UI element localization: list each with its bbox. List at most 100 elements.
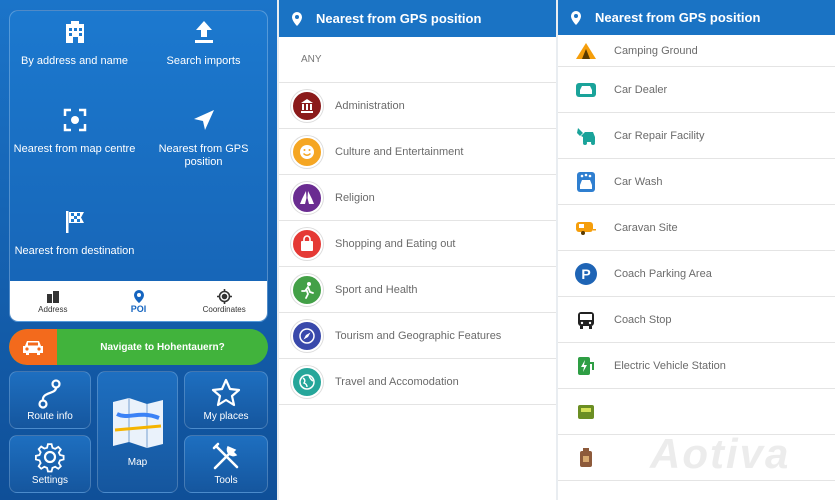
parking-icon: P [574, 262, 598, 286]
category-label: ANY [301, 54, 322, 65]
gas-can-icon [574, 446, 598, 470]
category-label: Shopping and Eating out [335, 237, 456, 250]
map-centre-icon [10, 107, 139, 137]
shopping-bag-icon [291, 227, 323, 260]
search-menu-panel: By address and name Search imports Neare… [0, 0, 277, 500]
category-any[interactable]: ANY [279, 37, 556, 83]
car-wash-icon [574, 170, 598, 194]
poi-caravan-site[interactable]: Caravan Site [558, 205, 835, 251]
navigate-button[interactable]: Navigate to Hohentauern? [9, 329, 268, 365]
map-tile[interactable]: Map [97, 371, 178, 493]
settings-tile[interactable]: Settings [9, 435, 91, 493]
compass-icon [291, 319, 323, 352]
search-options-card: By address and name Search imports Neare… [9, 10, 268, 322]
route-icon [10, 378, 90, 410]
gps-arrow-icon [139, 107, 267, 137]
smiley-icon [291, 135, 323, 168]
poi-coach-parking[interactable]: P Coach Parking Area [558, 251, 835, 297]
ev-station-icon [574, 354, 598, 378]
caravan-icon [574, 216, 598, 240]
tab-label: Address [38, 304, 68, 314]
option-nearest-gps[interactable]: Nearest from GPS position [139, 107, 267, 169]
my-places-tile[interactable]: My places [184, 371, 268, 429]
poi-label: Car Repair Facility [614, 129, 705, 142]
search-tab-bar: Address POI Coordinates [10, 281, 267, 321]
category-label: Tourism and Geographic Features [335, 329, 502, 342]
category-tourism[interactable]: Tourism and Geographic Features [279, 313, 556, 359]
tile-label: Tools [214, 475, 238, 486]
category-religion[interactable]: Religion [279, 175, 556, 221]
navigate-label: Navigate to Hohentauern? [100, 341, 225, 353]
poi-subcategory-panel: Nearest from GPS position Camping Ground… [558, 0, 835, 500]
panel-header: Nearest from GPS position [558, 0, 835, 35]
poi-label: Caravan Site [614, 221, 678, 234]
option-label: Nearest from map centre [13, 143, 136, 155]
poi-car-wash[interactable]: Car Wash [558, 159, 835, 205]
poi-label: Coach Parking Area [614, 267, 712, 280]
poi-label: Electric Vehicle Station [614, 359, 726, 372]
category-travel[interactable]: Travel and Accomodation [279, 359, 556, 405]
panel-title: Nearest from GPS position [316, 11, 482, 26]
tools-tile[interactable]: Tools [184, 435, 268, 493]
option-search-imports[interactable]: Search imports [139, 19, 267, 68]
crosshair-icon [216, 289, 232, 305]
poi-coach-stop[interactable]: Coach Stop [558, 297, 835, 343]
poi-fuel[interactable] [558, 389, 835, 435]
option-by-address[interactable]: By address and name [10, 19, 139, 68]
category-label: Religion [335, 191, 375, 204]
poi-pin-icon [133, 288, 145, 304]
option-label: By address and name [20, 55, 128, 67]
tab-address[interactable]: Address [10, 281, 96, 321]
svg-text:P: P [581, 266, 590, 282]
poi-camping-ground[interactable]: Camping Ground [558, 35, 835, 67]
option-label: Nearest from destination [14, 245, 135, 257]
option-label: Nearest from GPS position [158, 143, 249, 168]
tile-label: My places [203, 411, 249, 422]
bus-icon [574, 308, 598, 332]
poi-car-dealer[interactable]: Car Dealer [558, 67, 835, 113]
praying-hands-icon [291, 181, 323, 214]
option-label: Search imports [166, 55, 241, 67]
poi-category-panel: Nearest from GPS position ANY Administra… [279, 0, 556, 500]
address-icon [46, 289, 60, 305]
category-sport[interactable]: Sport and Health [279, 267, 556, 313]
tools-icon [185, 441, 267, 473]
poi-car-repair[interactable]: Car Repair Facility [558, 113, 835, 159]
running-person-icon [291, 273, 323, 306]
option-nearest-map-centre[interactable]: Nearest from map centre [10, 107, 139, 156]
folded-map-icon [98, 394, 177, 452]
tile-label: Map [127, 457, 148, 468]
category-label: Sport and Health [335, 283, 418, 296]
category-culture[interactable]: Culture and Entertainment [279, 129, 556, 175]
upload-icon [139, 19, 267, 49]
tab-label: Coordinates [202, 304, 246, 314]
tab-label: POI [130, 304, 147, 314]
tent-icon [574, 39, 598, 63]
car-icon [9, 329, 57, 365]
poi-label: Car Dealer [614, 83, 668, 96]
gear-icon [10, 441, 90, 473]
car-repair-icon [574, 124, 598, 148]
poi-label: Car Wash [614, 175, 663, 188]
administration-icon [291, 89, 323, 122]
panel-header: Nearest from GPS position [279, 0, 556, 37]
location-pin-icon [291, 11, 303, 27]
panel-title: Nearest from GPS position [595, 10, 761, 25]
tab-coordinates[interactable]: Coordinates [181, 281, 267, 321]
building-icon [10, 19, 139, 49]
star-icon [185, 377, 267, 409]
globe-icon [291, 365, 323, 398]
route-info-tile[interactable]: Route info [9, 371, 91, 429]
watermark: Aotiva [650, 430, 791, 477]
tab-poi[interactable]: POI [96, 281, 182, 321]
poi-ev-station[interactable]: Electric Vehicle Station [558, 343, 835, 389]
poi-label: Coach Stop [614, 313, 672, 326]
category-shopping[interactable]: Shopping and Eating out [279, 221, 556, 267]
location-pin-icon [570, 10, 582, 26]
category-label: Administration [335, 99, 405, 112]
option-nearest-destination[interactable]: Nearest from destination [10, 209, 139, 258]
tile-label: Route info [27, 411, 73, 422]
category-label: Culture and Entertainment [335, 145, 464, 158]
category-administration[interactable]: Administration [279, 83, 556, 129]
fuel-icon [574, 400, 598, 424]
